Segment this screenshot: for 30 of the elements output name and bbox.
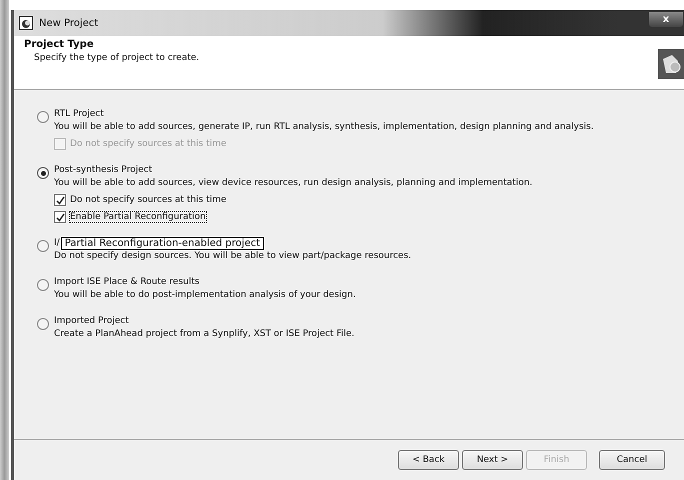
radio-button[interactable]: [37, 111, 49, 123]
checkbox[interactable]: [54, 211, 66, 223]
wizard-button[interactable]: Cancel: [599, 450, 665, 470]
checkbox-label: Enable Partial Reconfiguration: [70, 212, 206, 222]
radio-button[interactable]: [37, 240, 49, 252]
radio-button[interactable]: [37, 279, 49, 291]
radio-button[interactable]: [37, 318, 49, 330]
option-description: You will be able to add sources, generate IP, run RTL analysis, synthesis, implementation, design planning and analysis.: [54, 121, 595, 133]
page-subtitle: Specify the type of project to create.: [34, 53, 200, 63]
option-description: Create a PlanAhead project from a Synplify, XST or ISE Project File.: [54, 328, 356, 340]
option-description: You will be able to do post-implementation analysis of your design.: [54, 289, 357, 301]
window-title: New Project: [39, 18, 98, 28]
checkbox[interactable]: [54, 194, 66, 206]
app-icon: [19, 16, 33, 30]
option-description: Do not specify design sources. You will be able to view part/package resources.: [54, 250, 412, 262]
wizard-button[interactable]: Next >: [462, 450, 523, 470]
option-title: Imported Project: [54, 316, 129, 326]
close-button[interactable]: x: [648, 10, 684, 28]
option-title: I/: [54, 238, 60, 248]
option-title: Post-synthesis Project: [54, 165, 152, 175]
tooltip: Partial Reconfiguration-enabled project: [60, 236, 264, 250]
project-wizard-icon: [658, 49, 684, 79]
wizard-button[interactable]: < Back: [398, 450, 459, 470]
checkbox-label: Do not specify sources at this time: [70, 195, 226, 205]
page-title: Project Type: [24, 39, 95, 50]
option-title: Import ISE Place & Route results: [54, 277, 200, 287]
checkbox-label: Do not specify sources at this time: [70, 139, 226, 149]
option-description: You will be able to add sources, view device resources, run design analysis, planning and implementation.: [54, 177, 534, 189]
radio-button[interactable]: [37, 167, 49, 179]
option-title: RTL Project: [54, 109, 104, 119]
